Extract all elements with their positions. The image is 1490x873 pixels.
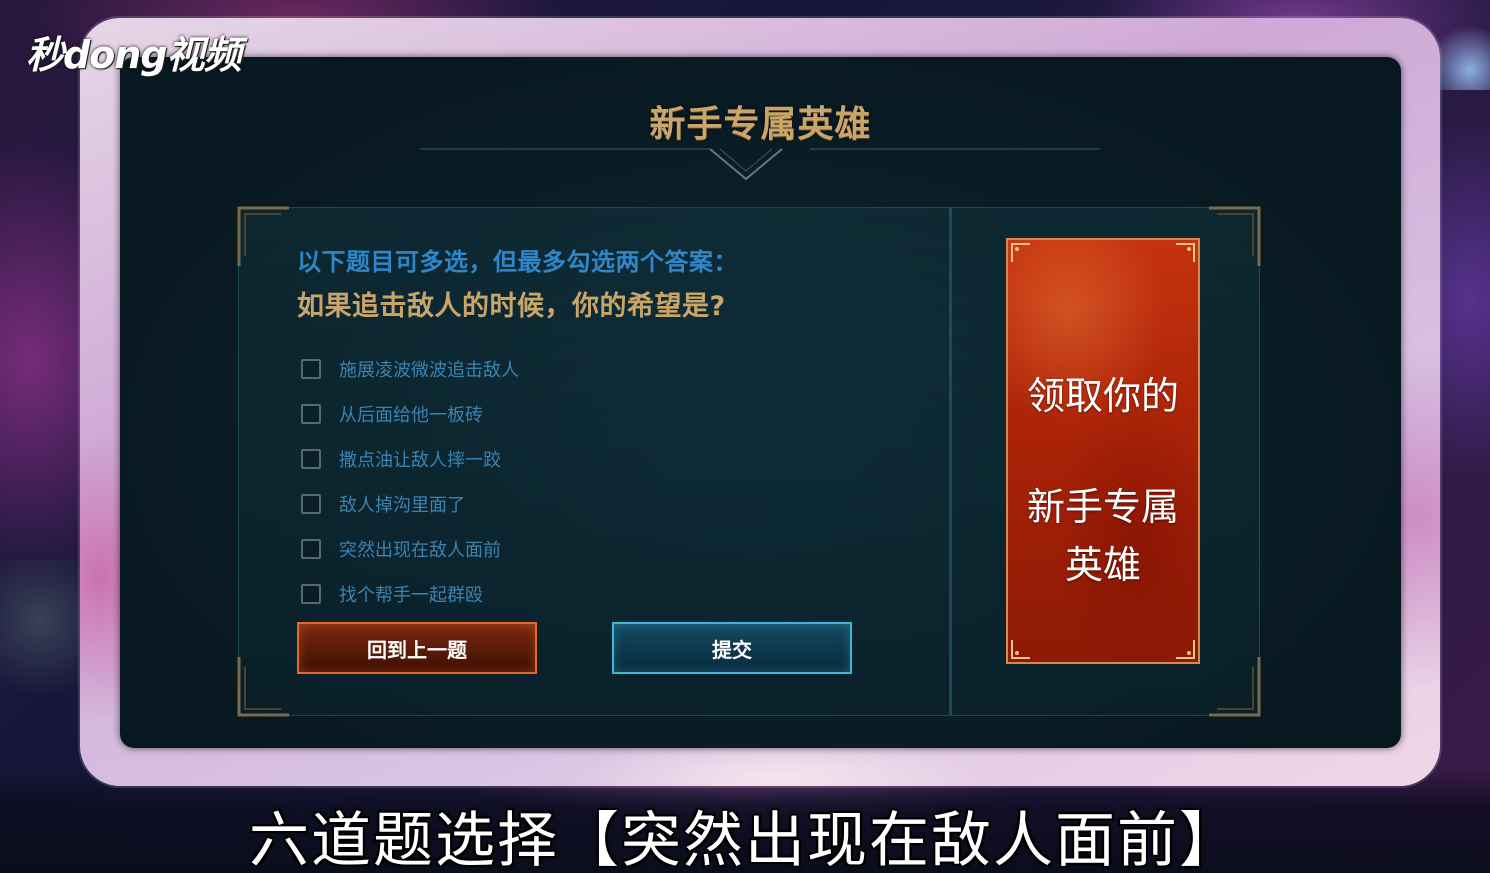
- page-title: 新手专属英雄: [649, 104, 872, 145]
- corner-ornament: [1209, 657, 1261, 717]
- corner-ornament: [237, 206, 289, 266]
- question-text: 如果追击敌人的时候，你的希望是?: [297, 291, 726, 322]
- corner-ornament: [237, 657, 289, 717]
- option-label: 敌人掉沟里面了: [339, 494, 465, 516]
- option-checkbox[interactable]: [301, 448, 321, 469]
- reward-text-line2: 新手专属英雄: [1026, 485, 1179, 587]
- option-label: 突然出现在敌人面前: [339, 539, 501, 561]
- option-item[interactable]: 找个帮手一起群殴: [301, 571, 519, 616]
- option-checkbox[interactable]: [301, 358, 321, 379]
- option-checkbox[interactable]: [301, 583, 321, 604]
- option-checkbox[interactable]: [301, 403, 321, 424]
- banner-corner-ornament: [1011, 640, 1030, 659]
- claim-hero-banner[interactable]: 领取你的 新手专属英雄: [1006, 238, 1200, 664]
- reward-text-line1: 领取你的: [1026, 374, 1179, 418]
- watermark-logo: 秒dong视频: [26, 33, 242, 77]
- option-item[interactable]: 敌人掉沟里面了: [301, 481, 519, 526]
- option-label: 撒点油让敌人摔一跤: [339, 449, 501, 471]
- option-item[interactable]: 突然出现在敌人面前: [301, 526, 519, 571]
- option-label: 施展凌波微波追击敌人: [339, 359, 519, 381]
- instruction-text: 以下题目可多选，但最多勾选两个答案：: [297, 248, 738, 276]
- banner-corner-ornament: [1176, 243, 1195, 262]
- answer-options: 施展凌波微波追击敌人 从后面给他一板砖 撒点油让敌人摔一跤 敌人掉沟里面了 突然…: [301, 346, 519, 616]
- option-item[interactable]: 撒点油让敌人摔一跤: [301, 436, 519, 481]
- question-box: 以下题目可多选，但最多勾选两个答案： 如果追击敌人的时候，你的希望是? 施展凌波…: [237, 206, 950, 717]
- video-subtitle: 六道题选择【突然出现在敌人面前】: [249, 806, 1241, 873]
- option-item[interactable]: 从后面给他一板砖: [301, 391, 519, 436]
- banner-corner-ornament: [1176, 640, 1195, 659]
- option-label: 从后面给他一板砖: [339, 404, 483, 426]
- corner-ornament: [1209, 206, 1261, 266]
- option-item[interactable]: 施展凌波微波追击敌人: [301, 346, 519, 391]
- submit-button[interactable]: 提交: [612, 622, 852, 674]
- banner-corner-ornament: [1011, 243, 1030, 262]
- reward-box: 领取你的 新手专属英雄: [950, 206, 1261, 717]
- back-button[interactable]: 回到上一题: [297, 622, 537, 674]
- title-divider: [420, 148, 1100, 181]
- option-checkbox[interactable]: [301, 493, 321, 514]
- option-checkbox[interactable]: [301, 538, 321, 559]
- option-label: 找个帮手一起群殴: [339, 584, 483, 606]
- game-panel: 新手专属英雄 以下题目可多选，但最多勾选两个答案： 如果追击敌人的时候，你的希望…: [120, 57, 1401, 748]
